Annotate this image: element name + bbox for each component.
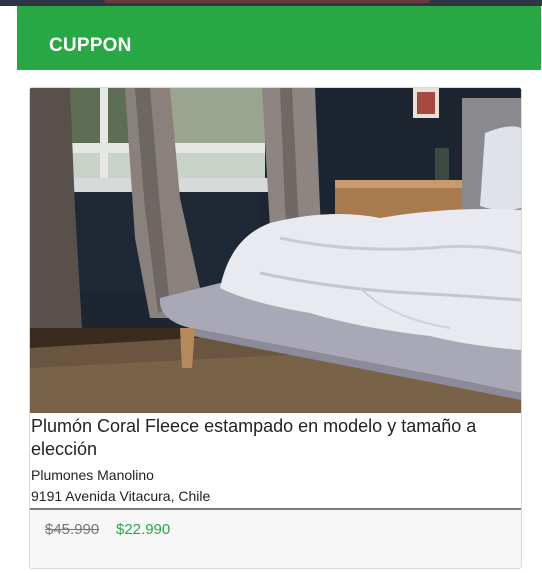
merchant-name: Plumones Manolino [31,467,154,483]
deal-image[interactable] [30,88,521,413]
brand-logo[interactable]: CUPPON [49,35,132,57]
browser-tab-edge [104,0,430,3]
deal-title[interactable]: Plumón Coral Fleece estampado en modelo … [31,415,517,461]
header-bar: CUPPON [17,6,541,70]
original-price: $45.990 [45,521,100,538]
price-footer: $45.990 $22.990 [30,508,521,568]
deal-card[interactable]: Plumón Coral Fleece estampado en modelo … [29,87,522,569]
merchant-address: 9191 Avenida Vitacura, Chile [31,488,211,504]
discount-price: $22.990 [116,521,171,538]
